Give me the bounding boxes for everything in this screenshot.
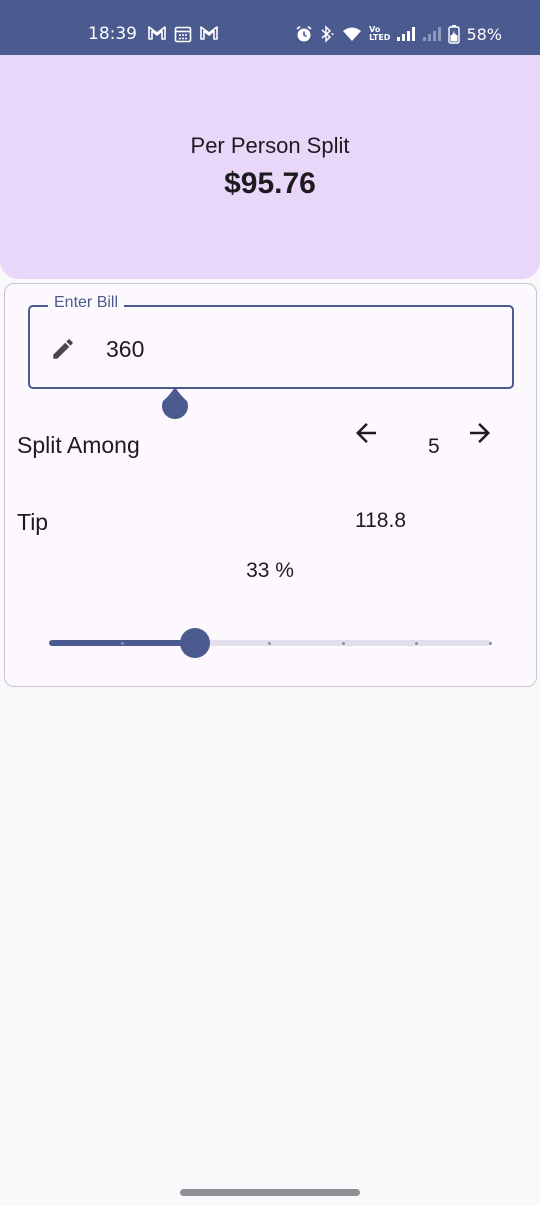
split-among-label: Split Among: [17, 432, 140, 458]
status-time: 18:39: [88, 24, 137, 44]
arrow-right-icon[interactable]: [465, 418, 495, 448]
calendar-icon: [174, 26, 192, 43]
tip-percent: 33 %: [246, 559, 294, 582]
signal-icon: [397, 27, 416, 41]
tip-label: Tip: [17, 509, 49, 535]
slider-tick: [121, 641, 124, 645]
gesture-nav-handle[interactable]: [180, 1189, 360, 1196]
text-cursor-handle[interactable]: [160, 385, 190, 425]
tip-amount: 118.8: [355, 509, 406, 532]
bill-card: Enter Bill 360 Split Among 5 Tip 118.8 3…: [4, 283, 537, 687]
per-person-label: Per Person Split: [190, 133, 350, 158]
bill-input-label: Enter Bill: [48, 294, 125, 312]
slider-thumb[interactable]: [180, 628, 210, 658]
per-person-card: Per Person Split $95.76: [0, 55, 540, 279]
split-count: 5: [428, 435, 440, 458]
status-bar: 18:39 Vo LTED 58%: [0, 0, 540, 55]
wifi-icon: [343, 27, 362, 41]
slider-tick: [489, 641, 492, 645]
slider-tick: [342, 641, 345, 645]
volte-indicator: Vo LTED: [369, 26, 390, 42]
slider-tick: [268, 641, 271, 645]
signal-icon: [423, 27, 442, 41]
per-person-amount: $95.76: [224, 167, 316, 200]
bill-input-field[interactable]: Enter Bill 360: [28, 294, 514, 419]
slider-tick: [415, 641, 418, 645]
gmail-icon: [148, 26, 166, 40]
bluetooth-icon: [321, 25, 334, 43]
battery-icon: [448, 25, 461, 44]
gmail-icon: [200, 26, 218, 40]
pencil-icon: [53, 339, 73, 359]
volte-bottom: LTED: [369, 33, 391, 42]
battery-percent: 58%: [466, 24, 502, 44]
arrow-left-icon[interactable]: [351, 418, 381, 448]
status-right-icons: Vo LTED 58%: [295, 24, 502, 44]
tip-slider[interactable]: [49, 626, 492, 660]
bill-input-value[interactable]: 360: [106, 336, 144, 363]
alarm-icon: [296, 25, 312, 42]
notification-icons: [148, 25, 218, 43]
